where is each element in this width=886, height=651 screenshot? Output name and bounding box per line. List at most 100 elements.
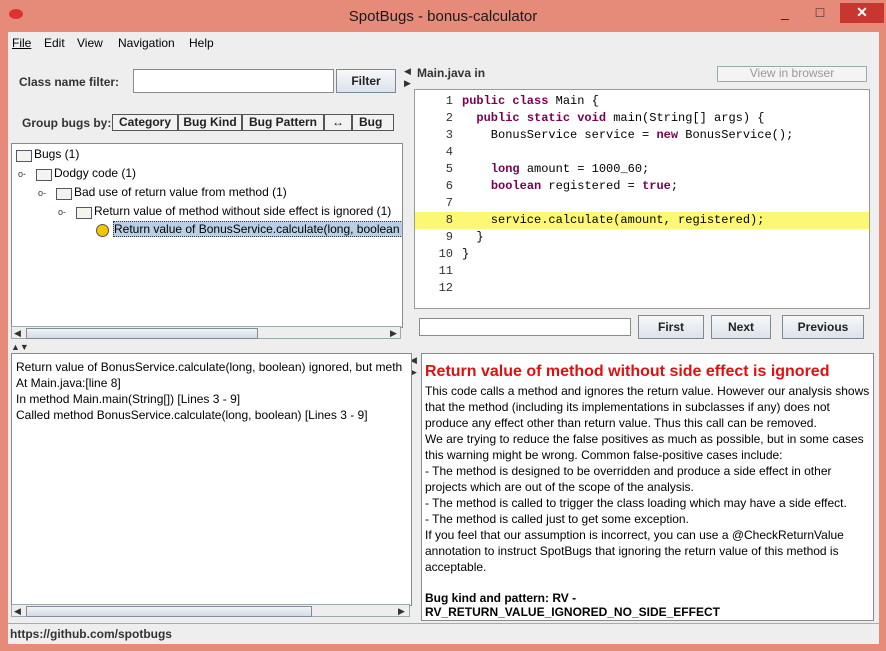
code-text: BonusService service = new BonusService(… (462, 128, 794, 142)
menu-edit[interactable]: Edit (44, 36, 65, 50)
tree-node-bug-instance[interactable]: Return value of BonusService.calculate(l… (113, 221, 402, 237)
line-number: 10 (438, 247, 453, 261)
bug-kind-pattern: Bug kind and pattern: RV - RV_RETURN_VAL… (425, 591, 720, 619)
tree-node-return-ignored[interactable]: Return value of method without side effe… (94, 204, 391, 218)
status-bar: https://github.com/spotbugs (8, 623, 879, 644)
class-filter-input[interactable] (133, 69, 334, 93)
code-text: } (462, 230, 484, 244)
class-filter-label: Class name filter: (19, 75, 120, 89)
menu-edit-label: Edit (44, 36, 65, 50)
line-number: 12 (438, 281, 453, 295)
details-paragraph: We are trying to reduce the false positi… (425, 432, 864, 462)
client-area: File Edit View Navigation Help Class nam… (8, 32, 879, 644)
line-number: 6 (445, 179, 453, 193)
line-number: 11 (438, 264, 453, 278)
code-line: 4 (415, 144, 869, 161)
menu-file[interactable]: File (12, 36, 31, 50)
tree-node-bad-use-return[interactable]: Bad use of return value from method (1) (74, 185, 287, 199)
close-button[interactable]: ✕ (840, 3, 884, 23)
details-paragraph: - The method is designed to be overridde… (425, 464, 832, 494)
folder-icon (56, 188, 72, 200)
scroll-thumb[interactable] (26, 606, 312, 617)
bug-details-panel[interactable]: Return value of method without side effe… (421, 353, 874, 621)
menu-view[interactable]: View (77, 36, 103, 50)
group-tab-bug-rank[interactable]: Bug R (352, 114, 394, 131)
code-text: } (462, 247, 470, 261)
code-line: 3 BonusService service = new BonusServic… (415, 127, 869, 144)
code-line: 2 public static void main(String[] args)… (415, 110, 869, 127)
split-left-icon[interactable]: ◀ (404, 66, 411, 77)
app-window: SpotBugs - bonus-calculator _ □ ✕ File E… (0, 0, 886, 651)
tree-horizontal-scrollbar[interactable]: ◀ ▶ (11, 326, 401, 339)
code-line: 9 } (415, 229, 869, 246)
scroll-left-icon[interactable]: ◀ (14, 328, 21, 339)
code-text: public static void main(String[] args) { (476, 111, 765, 125)
line-number: 5 (445, 162, 453, 176)
summary-line[interactable]: In method Main.main(String[]) [Lines 3 -… (16, 392, 240, 406)
line-number: 4 (445, 145, 453, 159)
folder-icon (36, 169, 52, 181)
group-swap-icon[interactable]: ↔ (324, 114, 352, 131)
filter-button[interactable]: Filter (336, 69, 396, 93)
scroll-right-icon[interactable]: ▶ (390, 328, 397, 339)
group-tab-bug-kind[interactable]: Bug Kind (178, 114, 242, 131)
maximize-button[interactable]: □ (805, 3, 835, 23)
group-tab-bug-pattern[interactable]: Bug Pattern (242, 114, 324, 131)
tree-node-bugs[interactable]: Bugs (1) (34, 147, 79, 161)
line-number: 8 (445, 213, 453, 227)
summary-horizontal-scrollbar[interactable]: ◀ ▶ (11, 604, 410, 617)
details-paragraph: If you feel that our assumption is incor… (425, 528, 844, 574)
tree-node-dodgy-code[interactable]: Dodgy code (1) (54, 166, 136, 180)
line-number: 9 (445, 230, 453, 244)
bug-details-body: This code calls a method and ignores the… (425, 383, 871, 575)
scroll-thumb[interactable] (26, 328, 258, 339)
code-text: boolean registered = true; (490, 179, 679, 193)
code-line-highlighted: 8 service.calculate(amount, registered); (415, 212, 869, 229)
details-paragraph: - The method is called to trigger the cl… (425, 496, 847, 510)
menu-bar: File Edit View Navigation Help (8, 32, 879, 54)
code-line: 11 (415, 263, 869, 280)
scroll-right-icon[interactable]: ▶ (398, 606, 405, 617)
folder-icon (76, 207, 92, 219)
folder-icon (16, 150, 32, 162)
code-line: 6 boolean registered = true; (415, 178, 869, 195)
collapse-up-icon[interactable]: ▲▼ (11, 342, 29, 352)
menu-navigation[interactable]: Navigation (118, 36, 175, 50)
scroll-left-icon[interactable]: ◀ (14, 606, 21, 617)
first-button[interactable]: First (638, 315, 704, 339)
summary-line[interactable]: Called method BonusService.calculate(lon… (16, 408, 368, 422)
split-right-icon[interactable]: ▶ (404, 78, 411, 89)
bug-details-title: Return value of method without side effe… (425, 363, 830, 380)
view-in-browser-button[interactable]: View in browser (717, 66, 867, 82)
details-paragraph: - The method is called just to get some … (425, 512, 689, 526)
status-text: https://github.com/spotbugs (10, 627, 172, 641)
code-line: 5 long amount = 1000_60; (415, 161, 869, 178)
next-button[interactable]: Next (711, 315, 771, 339)
line-number: 7 (445, 196, 453, 210)
expand-handle-icon[interactable]: o- (38, 188, 46, 198)
menu-file-label: File (12, 36, 32, 50)
code-line: 10} (415, 246, 869, 263)
code-line: 12 (415, 280, 869, 297)
bug-summary-panel[interactable]: Return value of BonusService.calculate(l… (11, 353, 412, 606)
code-line: 1 public class Main { (415, 93, 869, 110)
menu-help[interactable]: Help (189, 36, 214, 50)
summary-line: Return value of BonusService.calculate(l… (16, 360, 403, 374)
minimize-button[interactable]: _ (770, 3, 800, 23)
find-input[interactable] (419, 318, 631, 336)
line-number: 1 (445, 94, 453, 108)
source-code-view[interactable]: 1 public class Main { 2 public static voi… (414, 89, 870, 309)
details-paragraph: This code calls a method and ignores the… (425, 384, 870, 430)
code-line: 7 (415, 195, 869, 212)
expand-handle-icon[interactable]: o- (18, 169, 26, 179)
previous-button[interactable]: Previous (782, 315, 864, 339)
title-bar[interactable]: SpotBugs - bonus-calculator _ □ ✕ (0, 0, 886, 32)
expand-handle-icon[interactable]: o- (58, 207, 66, 217)
group-tab-category[interactable]: Category (112, 114, 178, 131)
code-text: service.calculate(amount, registered); (462, 213, 765, 227)
summary-line[interactable]: At Main.java:[line 8] (16, 376, 121, 390)
bug-tree[interactable]: Bugs (1) o- Dodgy code (1) o- Bad use of… (11, 143, 403, 328)
window-title: SpotBugs - bonus-calculator (348, 8, 538, 25)
line-number: 2 (445, 111, 453, 125)
code-text: public class Main { (462, 94, 599, 108)
